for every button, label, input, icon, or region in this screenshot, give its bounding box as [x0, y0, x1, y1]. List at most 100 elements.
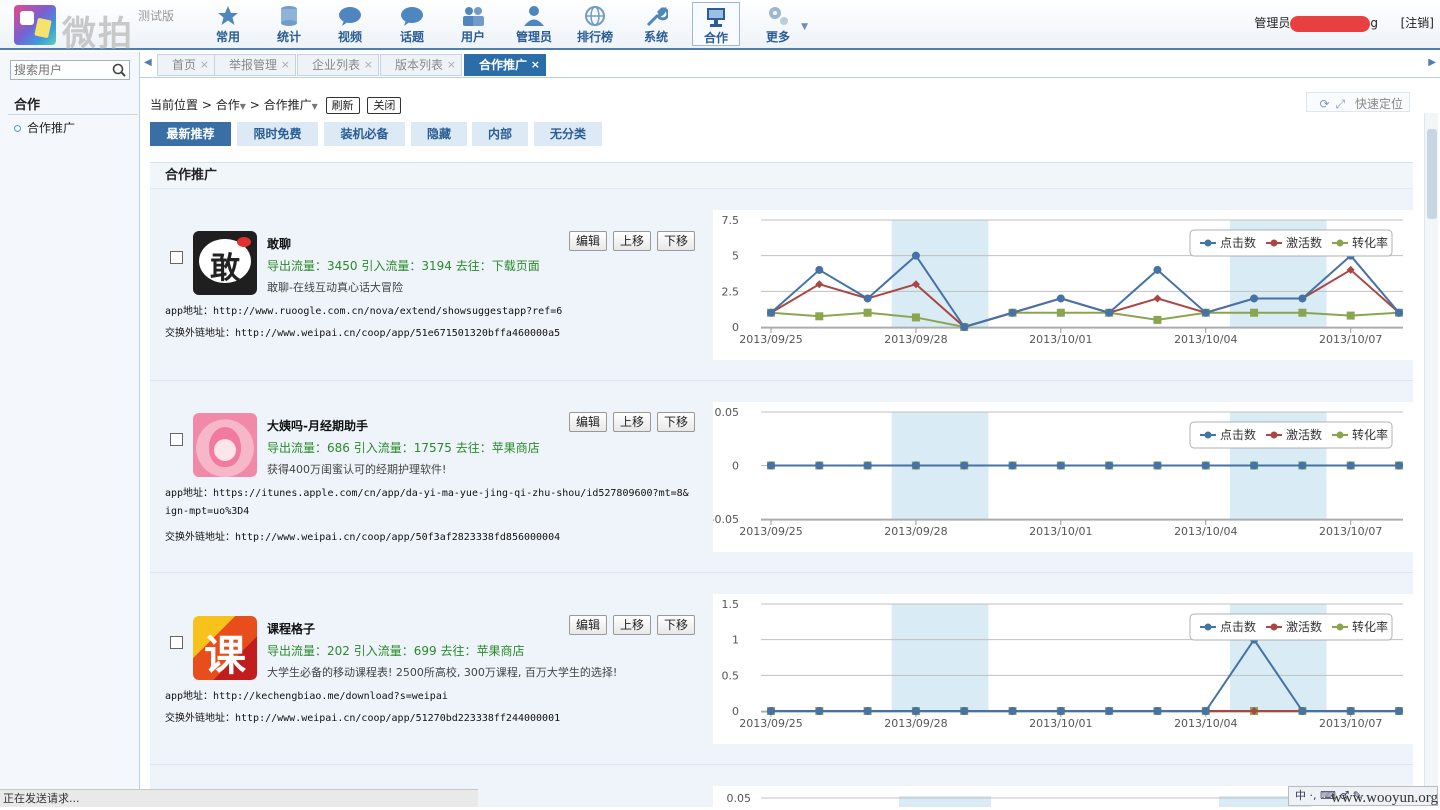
search-input[interactable] — [11, 61, 109, 79]
nav-common[interactable]: 常用 — [204, 2, 252, 46]
app-row: 敢 敢聊 导出流量：3450 引入流量：3194 去往：下载页面 敢聊-在线互动… — [150, 190, 1413, 381]
status-bar: 正在发送请求... — [0, 789, 478, 807]
data-point — [912, 462, 920, 470]
data-point — [864, 309, 872, 317]
weekend-band — [892, 604, 989, 711]
y-tick-label: 1.5 — [722, 598, 740, 611]
nav-ranking[interactable]: 排行榜 — [571, 2, 619, 46]
vertical-scrollbar[interactable] — [1424, 113, 1438, 789]
select-checkbox[interactable] — [170, 433, 183, 446]
users-icon — [461, 5, 485, 27]
nav-cooperation[interactable]: 合作 — [692, 2, 740, 46]
move-down-button[interactable]: 下移 — [657, 231, 695, 251]
move-down-button[interactable]: 下移 — [657, 412, 695, 432]
nav-topic[interactable]: 话题 — [388, 2, 436, 46]
select-checkbox[interactable] — [170, 636, 183, 649]
edit-button[interactable]: 编辑 — [569, 231, 607, 251]
app-name: 敢聊 — [267, 235, 291, 252]
close-icon[interactable]: × — [531, 55, 540, 75]
data-point — [815, 266, 823, 274]
y-tick-label: 1 — [732, 634, 739, 647]
nav-more[interactable]: 更多 ▼ — [754, 2, 802, 46]
filter-uncategorized[interactable]: 无分类 — [534, 122, 602, 146]
fullscreen-icon[interactable]: ⤢ — [1336, 97, 1346, 111]
move-up-button[interactable]: 上移 — [613, 615, 651, 635]
y-tick-label: 2.5 — [722, 285, 740, 298]
chevron-down-icon: ▼ — [801, 22, 808, 32]
app-name: 大姨吗-月经期助手 — [267, 417, 368, 434]
edit-button[interactable]: 编辑 — [569, 412, 607, 432]
logout-link[interactable]: [注销] — [1401, 14, 1434, 31]
x-tick-label: 2013/09/28 — [884, 525, 947, 538]
data-point — [1347, 462, 1355, 470]
nav-users[interactable]: 用户 — [449, 2, 497, 46]
tab-label: 合作推广 — [479, 58, 527, 72]
filter-essential[interactable]: 装机必备 — [324, 122, 405, 146]
nav-statistics[interactable]: 统计 — [265, 2, 313, 46]
close-icon[interactable]: × — [200, 55, 209, 75]
quick-locate-label: 快速定位 — [1355, 97, 1403, 111]
refresh-button[interactable]: 刷新 — [326, 97, 360, 114]
app-description: 敢聊-在线互动真心话大冒险 — [267, 279, 403, 295]
filter-latest[interactable]: 最新推荐 — [150, 122, 231, 146]
x-tick-label: 2013/09/28 — [884, 333, 947, 346]
breadcrumb-cooperation[interactable]: 合作 — [216, 98, 240, 112]
sidebar-item-cooperation-promotion[interactable]: 合作推广 — [14, 119, 75, 136]
close-icon[interactable]: × — [281, 55, 290, 75]
tab-enterprise-list[interactable]: 企业列表× — [297, 54, 379, 76]
legend-marker — [1271, 624, 1278, 631]
app-url[interactable]: app地址：https://itunes.apple.com/cn/app/da… — [165, 484, 689, 499]
exchange-url[interactable]: 交换外链地址：http://www.weipai.cn/coop/app/50f… — [165, 528, 560, 543]
breadcrumb-prefix: 当前位置 — [150, 98, 198, 112]
admin-info: 管理员g — [1254, 14, 1378, 32]
nav-system[interactable]: 系统 — [632, 2, 680, 46]
tab-report[interactable]: 举报管理× — [214, 54, 296, 76]
app-url[interactable]: app地址：http://kechengbiao.me/download?s=w… — [165, 687, 448, 702]
refresh-icon[interactable]: ⟳ — [1319, 97, 1329, 111]
nav-video[interactable]: 视频 — [326, 2, 374, 46]
nav-label: 话题 — [400, 30, 424, 44]
tab-scroll-left-icon[interactable]: ◀ — [144, 57, 152, 68]
nav-label: 排行榜 — [577, 30, 613, 44]
close-button[interactable]: 关闭 — [367, 97, 401, 114]
tab-scroll-right-icon[interactable]: ▶ — [1428, 57, 1436, 68]
data-point — [1105, 707, 1113, 715]
data-point — [1153, 294, 1161, 302]
monitor-icon — [704, 6, 728, 28]
edit-button[interactable]: 编辑 — [569, 615, 607, 635]
filter-hidden[interactable]: 隐藏 — [411, 122, 467, 146]
app-icon-glyph: 课 — [193, 622, 257, 680]
quick-locate[interactable]: ⟳ ⤢ 快速定位 — [1306, 92, 1410, 112]
data-point — [1153, 316, 1161, 324]
tab-cooperation-promotion[interactable]: 合作推广 × — [464, 54, 546, 76]
legend-label: 激活数 — [1286, 235, 1322, 250]
app-url[interactable]: app地址：http://www.ruoogle.com.cn/nova/ext… — [165, 302, 562, 317]
data-point — [1009, 707, 1017, 715]
tab-home[interactable]: 首页× — [157, 54, 215, 76]
x-tick-label: 2013/10/04 — [1174, 717, 1237, 730]
filter-internal[interactable]: 内部 — [472, 122, 528, 146]
app-url-continued[interactable]: ign-mpt=uo%3D4 — [165, 506, 249, 517]
nav-label: 系统 — [644, 30, 668, 44]
move-up-button[interactable]: 上移 — [613, 231, 651, 251]
tab-version-list[interactable]: 版本列表× — [380, 54, 462, 76]
data-point — [1298, 294, 1306, 302]
y-tick-label: 0 — [732, 321, 739, 334]
star-icon — [216, 5, 240, 27]
nav-label: 合作 — [704, 31, 728, 45]
close-icon[interactable]: × — [447, 55, 456, 75]
breadcrumb-promotion[interactable]: 合作推广 — [264, 98, 312, 112]
move-up-button[interactable]: 上移 — [613, 412, 651, 432]
app-icon — [193, 413, 257, 477]
scrollbar-thumb[interactable] — [1427, 129, 1437, 219]
exchange-url[interactable]: 交换外链地址：http://www.weipai.cn/coop/app/51e… — [165, 324, 560, 339]
filter-limited-free[interactable]: 限时免费 — [237, 122, 318, 146]
nav-admin[interactable]: 管理员 — [510, 2, 558, 46]
close-icon[interactable]: × — [364, 55, 373, 75]
move-down-button[interactable]: 下移 — [657, 615, 695, 635]
search-icon[interactable] — [112, 63, 126, 77]
select-checkbox[interactable] — [170, 251, 183, 264]
nav-label: 统计 — [277, 30, 301, 44]
legend-label: 转化率 — [1352, 235, 1388, 250]
exchange-url[interactable]: 交换外链地址：http://www.weipai.cn/coop/app/512… — [165, 709, 560, 724]
